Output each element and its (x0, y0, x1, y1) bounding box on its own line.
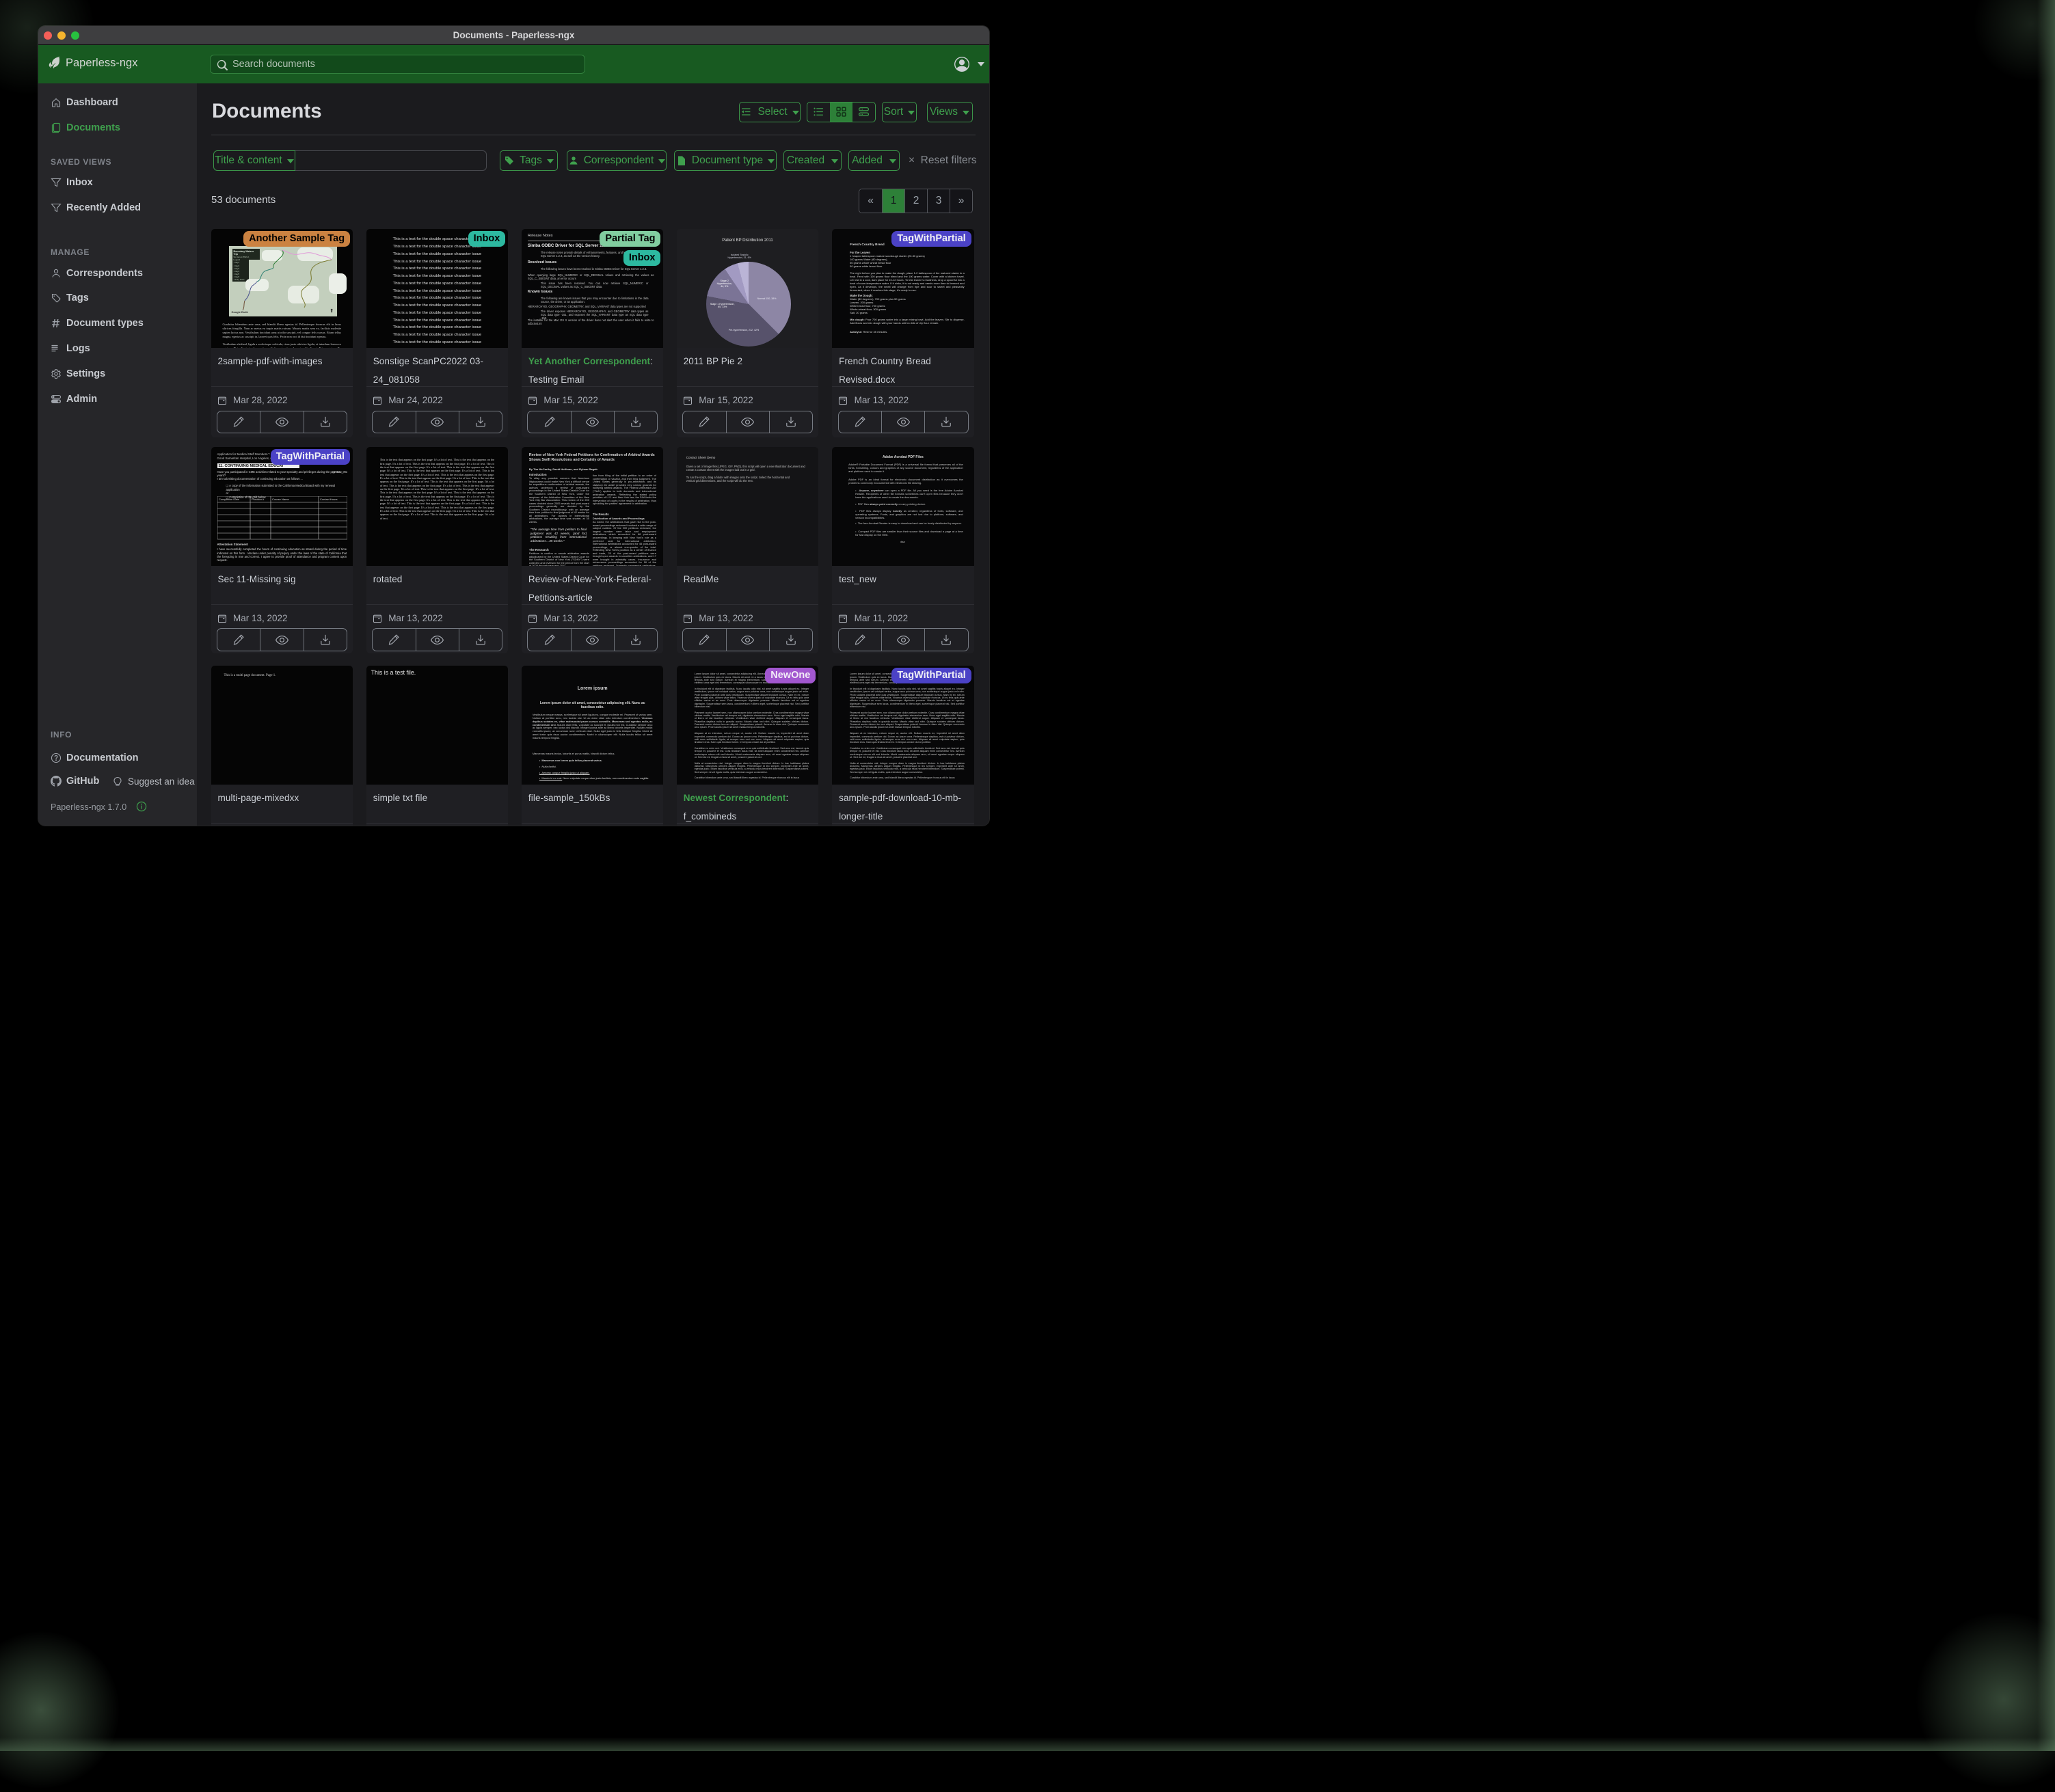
svg-text:Completion Date: Completion Date (219, 498, 240, 501)
svg-text:Contact Hours: Contact Hours (320, 498, 338, 501)
svg-text:Course Name: Course Name (272, 498, 289, 501)
svg-text:Provider #: Provider # (252, 498, 265, 501)
